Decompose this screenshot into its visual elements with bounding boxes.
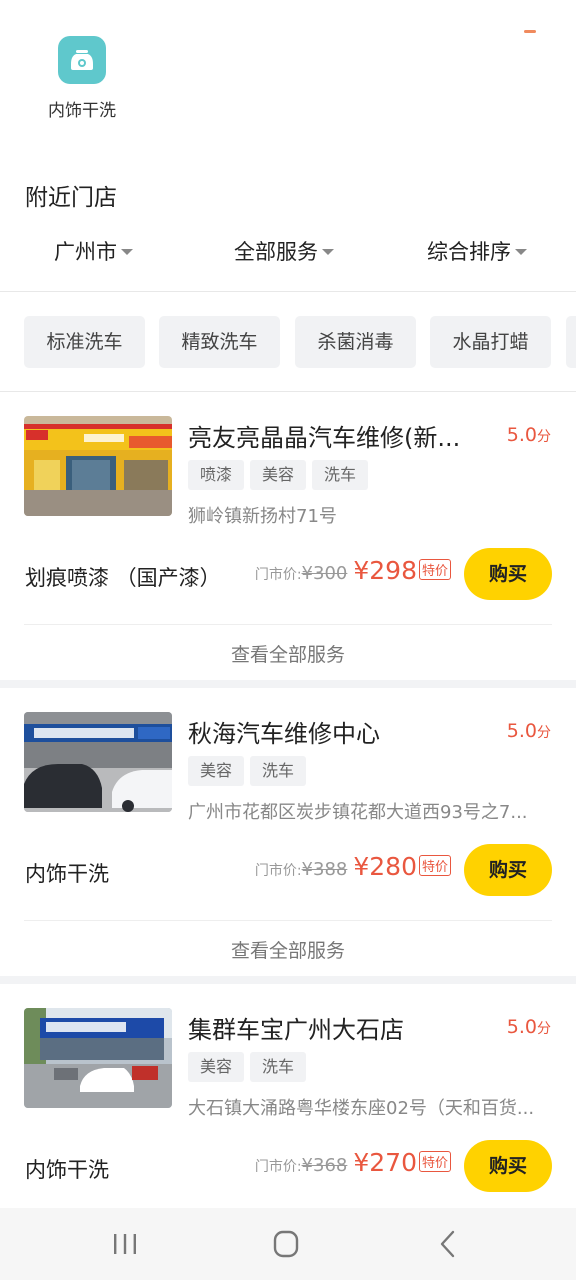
chip-fine-wash[interactable]: 精致洗车 — [159, 316, 280, 368]
rating-unit: 分 — [537, 1021, 551, 1037]
rating-value: 5.0 — [506, 720, 537, 742]
store-tags: 美容 洗车 — [188, 756, 307, 786]
system-nav-bar — [0, 1208, 576, 1280]
service-chips: 标准洗车 精致洗车 杀菌消毒 水晶打蜡 — [0, 316, 576, 368]
store-tags: 喷漆 美容 洗车 — [188, 460, 369, 490]
dropdown-arrow-icon — [322, 249, 334, 255]
view-all-services-link[interactable]: 查看全部服务 — [0, 640, 576, 667]
section-title: 附近门店 — [25, 185, 117, 211]
store-tag: 美容 — [250, 460, 307, 490]
section-gap — [0, 976, 576, 984]
filter-bar: 广州市 全部服务 综合排序 — [0, 228, 576, 276]
store-rating: 5.0分 — [507, 424, 551, 446]
special-badge: 特价 — [418, 855, 451, 876]
store-tags: 美容 洗车 — [188, 1052, 307, 1082]
filter-city[interactable]: 广州市 — [54, 236, 133, 266]
buy-button[interactable]: 购买 — [464, 548, 552, 600]
store-address: 大石镇大涌路粤华楼东座02号（天和百货... — [188, 1098, 535, 1119]
store-address: 狮岭镇新扬村71号 — [188, 506, 337, 527]
store-rating: 5.0分 — [507, 1016, 551, 1038]
service-name: 内饰干洗 — [25, 862, 109, 886]
store-photo — [24, 416, 172, 516]
market-price: ¥368 — [301, 1155, 348, 1176]
divider — [24, 920, 552, 921]
store-tag: 洗车 — [312, 460, 369, 490]
special-badge: 特价 — [418, 1151, 451, 1172]
price-line: 门市价: ¥388 ¥280 特价 — [255, 852, 451, 881]
filter-sort-label: 综合排序 — [427, 240, 511, 264]
back-icon[interactable] — [428, 1226, 468, 1262]
market-price-label: 门市价: — [254, 863, 302, 879]
filter-sort[interactable]: 综合排序 — [427, 236, 527, 266]
buy-button[interactable]: 购买 — [464, 844, 552, 896]
chip-crystal-wax[interactable]: 水晶打蜡 — [430, 316, 551, 368]
dropdown-arrow-icon — [515, 249, 527, 255]
store-card[interactable]: 集群车宝广州大石店 5.0分 美容 洗车 大石镇大涌路粤华楼东座02号（天和百货… — [0, 984, 576, 1208]
dropdown-arrow-icon — [121, 249, 133, 255]
store-name: 亮友亮晶晶汽车维修(新... — [188, 424, 461, 452]
store-name: 集群车宝广州大石店 — [188, 1016, 404, 1044]
divider — [24, 624, 552, 625]
rating-unit: 分 — [537, 725, 551, 741]
page-indicator — [524, 30, 536, 33]
rating-value: 5.0 — [506, 1016, 537, 1038]
rating-unit: 分 — [537, 429, 551, 445]
store-tag: 喷漆 — [188, 460, 245, 490]
store-card[interactable]: 秋海汽车维修中心 5.0分 美容 洗车 广州市花都区炭步镇花都大道西93号之7.… — [0, 688, 576, 976]
home-icon[interactable] — [266, 1226, 306, 1262]
divider — [0, 291, 576, 292]
filter-city-label: 广州市 — [54, 240, 117, 264]
price-line: 门市价: ¥300 ¥298 特价 — [255, 556, 451, 585]
store-photo — [24, 1008, 172, 1108]
category-area: 内饰干洗 — [0, 0, 576, 150]
market-price-label: 门市价: — [254, 567, 302, 583]
market-price: ¥388 — [301, 859, 348, 880]
service-name: 内饰干洗 — [25, 1158, 109, 1182]
section-gap — [0, 680, 576, 688]
car-wash-icon — [58, 36, 106, 84]
sale-price: ¥280 — [353, 852, 417, 881]
store-tag: 美容 — [188, 756, 245, 786]
sale-price: ¥270 — [353, 1148, 417, 1177]
store-tag: 洗车 — [250, 756, 307, 786]
recent-apps-icon[interactable] — [105, 1226, 145, 1262]
store-card[interactable]: 亮友亮晶晶汽车维修(新... 5.0分 喷漆 美容 洗车 狮岭镇新扬村71号 划… — [0, 392, 576, 680]
store-rating: 5.0分 — [507, 720, 551, 742]
chip-disinfection[interactable]: 杀菌消毒 — [295, 316, 416, 368]
rating-value: 5.0 — [506, 424, 537, 446]
category-label: 内饰干洗 — [48, 101, 116, 121]
service-name: 划痕喷漆 （国产漆） — [25, 566, 221, 590]
chip-standard-wash[interactable]: 标准洗车 — [24, 316, 145, 368]
special-badge: 特价 — [418, 559, 451, 580]
chip-more[interactable] — [566, 316, 576, 368]
store-address: 广州市花都区炭步镇花都大道西93号之7... — [188, 802, 528, 823]
category-interior-cleaning[interactable]: 内饰干洗 — [36, 36, 128, 121]
store-photo — [24, 712, 172, 812]
sale-price: ¥298 — [353, 556, 417, 585]
market-price: ¥300 — [301, 563, 348, 584]
view-all-services-link[interactable]: 查看全部服务 — [0, 936, 576, 963]
market-price-label: 门市价: — [254, 1159, 302, 1175]
filter-service-label: 全部服务 — [234, 240, 318, 264]
store-tag: 洗车 — [250, 1052, 307, 1082]
store-name: 秋海汽车维修中心 — [188, 720, 380, 748]
price-line: 门市价: ¥368 ¥270 特价 — [255, 1148, 451, 1177]
filter-service[interactable]: 全部服务 — [234, 236, 334, 266]
store-tag: 美容 — [188, 1052, 245, 1082]
buy-button[interactable]: 购买 — [464, 1140, 552, 1192]
